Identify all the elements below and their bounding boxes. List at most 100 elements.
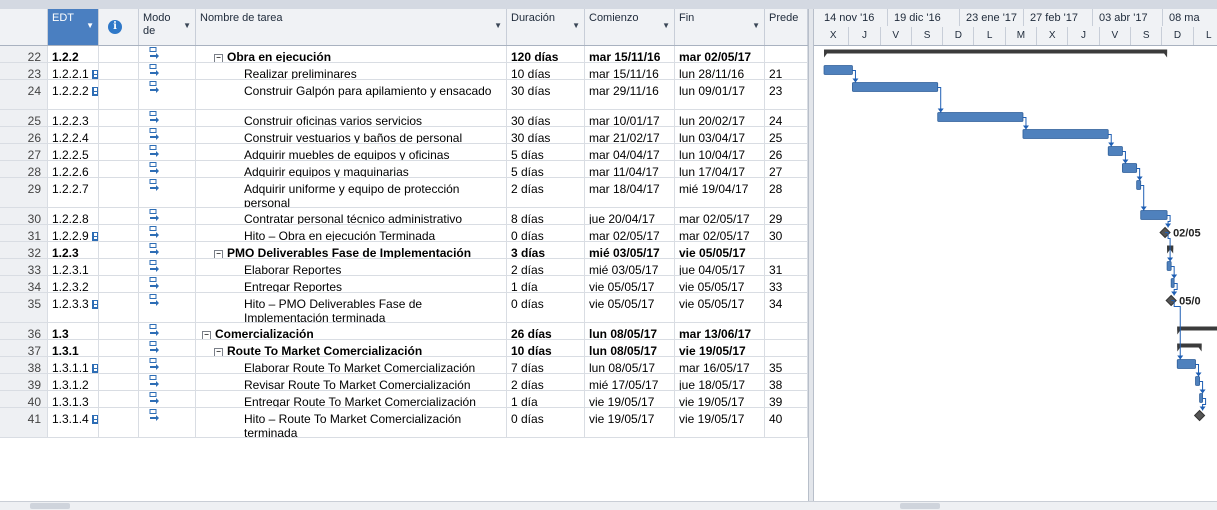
edt-cell[interactable]: 1.3.1 [48,340,99,356]
row-id[interactable]: 34 [0,276,48,292]
start-cell[interactable]: vie 19/05/17 [585,391,675,407]
edt-cell[interactable]: 1.3.1.2 [48,374,99,390]
indicator-cell[interactable] [99,208,139,224]
row-id[interactable]: 33 [0,259,48,275]
task-name-cell[interactable]: − PMO Deliverables Fase de Implementación [196,242,507,258]
table-row[interactable]: 39 1.3.1.2 Revisar Route To Market Comerci… [0,374,808,391]
task-bar[interactable] [1122,163,1138,173]
task-name-cell[interactable]: Hito – Route To Market Comercialización … [196,408,507,437]
chevron-down-icon[interactable]: ▼ [752,21,760,30]
duration-cell[interactable]: 2 días [507,178,585,207]
indicator-cell[interactable] [99,408,139,437]
name-column-header[interactable]: Nombre de tarea ▼ [196,9,507,45]
start-cell[interactable]: mar 18/04/17 [585,178,675,207]
chevron-down-icon[interactable]: ▼ [494,21,502,30]
predecessors-cell[interactable]: 33 [765,276,808,292]
predecessors-cell[interactable]: 30 [765,225,808,241]
edt-cell[interactable]: 1.2.2.9 [48,225,99,241]
task-bar[interactable] [1136,180,1142,190]
predecessors-cell[interactable]: 40 [765,408,808,437]
finish-cell[interactable]: vie 19/05/17 [675,340,765,356]
table-row[interactable]: 37 1.3.1 − Route To Market Comercialización… [0,340,808,357]
dependency-arrowhead[interactable] [1136,176,1143,181]
table-row[interactable]: 38 1.3.1.1 Elaborar Route To Market Comerc… [0,357,808,374]
mode-cell[interactable] [139,225,196,241]
row-id[interactable]: 27 [0,144,48,160]
predecessors-cell[interactable]: 38 [765,374,808,390]
finish-column-header[interactable]: Fin ▼ [675,9,765,45]
edt-cell[interactable]: 1.2.2.4 [48,127,99,143]
predecessors-cell[interactable]: 35 [765,357,808,373]
indicator-cell[interactable] [99,178,139,207]
task-name-cell[interactable]: Elaborar Route To Market Comercializació… [196,357,507,373]
finish-cell[interactable]: mar 02/05/17 [675,208,765,224]
row-id[interactable]: 41 [0,408,48,437]
finish-cell[interactable]: lun 03/04/17 [675,127,765,143]
milestone-diamond[interactable] [1193,409,1206,422]
task-name-cell[interactable]: Revisar Route To Market Comercialización [196,374,507,390]
chevron-down-icon[interactable]: ▼ [86,21,94,30]
edt-cell[interactable]: 1.2.2.6 [48,161,99,177]
mode-cell[interactable] [139,391,196,407]
table-row[interactable]: 28 1.2.2.6 Adquirir equipos y maquinarias 5… [0,161,808,178]
row-id-header[interactable] [0,9,48,45]
table-row[interactable]: 23 1.2.2.1 Realizar preliminares 10 días mar… [0,63,808,80]
indicator-cell[interactable] [99,357,139,373]
mode-cell[interactable] [139,323,196,339]
dependency-arrowhead[interactable] [1022,125,1029,130]
finish-cell[interactable]: lun 09/01/17 [675,80,765,109]
edt-cell[interactable]: 1.2.2.5 [48,144,99,160]
indicator-cell[interactable] [99,110,139,126]
finish-cell[interactable]: mié 19/04/17 [675,178,765,207]
duration-cell[interactable]: 26 días [507,323,585,339]
task-name-cell[interactable]: − Comercialización [196,323,507,339]
duration-cell[interactable]: 0 días [507,408,585,437]
dependency-arrowhead[interactable] [1177,355,1184,360]
dependency-arrowhead[interactable] [1108,142,1115,147]
predecessors-cell[interactable] [765,323,808,339]
dependency-arrowhead[interactable] [1167,257,1174,262]
mode-cell[interactable] [139,357,196,373]
mode-cell[interactable] [139,293,196,322]
start-cell[interactable]: mar 15/11/16 [585,46,675,62]
start-cell[interactable]: mié 17/05/17 [585,374,675,390]
mode-cell[interactable] [139,80,196,109]
row-id[interactable]: 25 [0,110,48,126]
indicator-cell[interactable] [99,225,139,241]
table-row[interactable]: 41 1.3.1.4 Hito – Route To Market Comercia… [0,408,808,438]
mode-cell[interactable] [139,242,196,258]
chevron-down-icon[interactable]: ▼ [662,21,670,30]
scrollbar-thumb-chart[interactable] [900,503,940,509]
indicator-cell[interactable] [99,242,139,258]
mode-cell[interactable] [139,340,196,356]
row-id[interactable]: 37 [0,340,48,356]
collapse-icon[interactable]: − [214,54,223,62]
task-bar[interactable] [823,65,853,75]
duration-cell[interactable]: 3 días [507,242,585,258]
duration-cell[interactable]: 10 días [507,340,585,356]
duration-cell[interactable]: 120 días [507,46,585,62]
predecessors-cell[interactable]: 31 [765,259,808,275]
start-cell[interactable]: mar 04/04/17 [585,144,675,160]
dependency-arrowhead[interactable] [937,108,944,113]
duration-cell[interactable]: 30 días [507,110,585,126]
task-bar[interactable] [1176,359,1196,369]
chevron-down-icon[interactable]: ▼ [572,21,580,30]
mode-cell[interactable] [139,127,196,143]
indicator-cell[interactable] [99,340,139,356]
predecessors-cell[interactable]: 29 [765,208,808,224]
indicator-cell[interactable] [99,144,139,160]
predecessors-cell[interactable] [765,340,808,356]
finish-cell[interactable]: vie 19/05/17 [675,391,765,407]
task-bar[interactable] [1022,129,1109,139]
mode-cell[interactable] [139,208,196,224]
predecessors-column-header[interactable]: Prede [765,9,808,45]
row-id[interactable]: 35 [0,293,48,322]
start-cell[interactable]: mié 03/05/17 [585,242,675,258]
task-bar[interactable] [1199,393,1203,403]
task-name-cell[interactable]: Hito – PMO Deliverables Fase de Implemen… [196,293,507,322]
edt-cell[interactable]: 1.2.3.1 [48,259,99,275]
start-cell[interactable]: mar 29/11/16 [585,80,675,109]
indicator-cell[interactable] [99,276,139,292]
predecessors-cell[interactable]: 26 [765,144,808,160]
